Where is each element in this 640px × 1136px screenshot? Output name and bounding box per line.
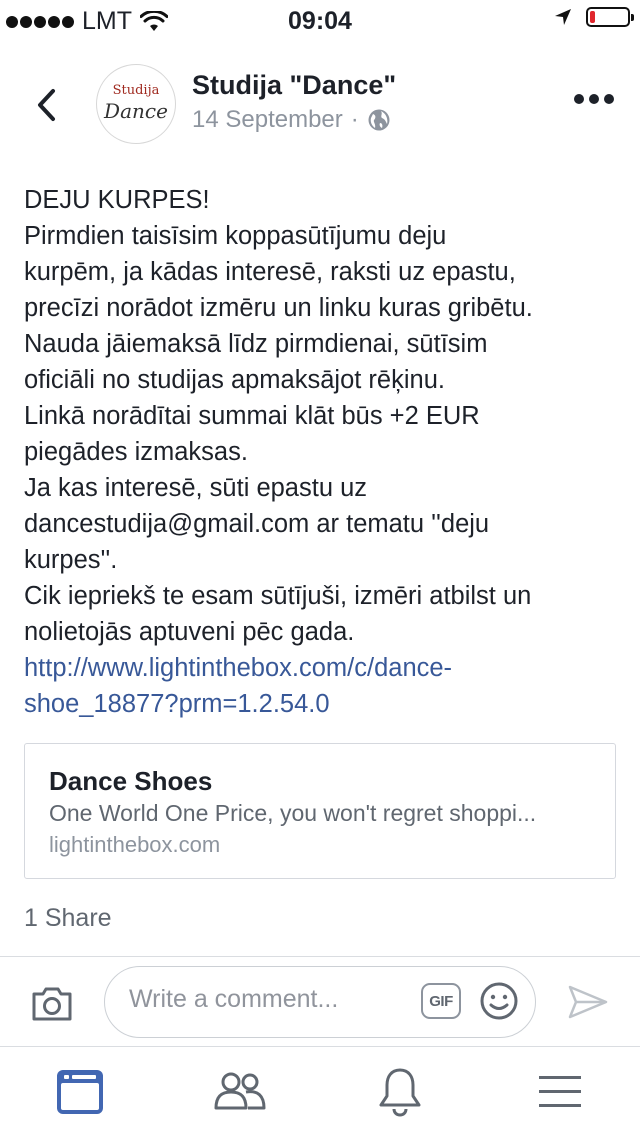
chevron-left-icon: [38, 89, 55, 121]
tab-notifications[interactable]: [370, 1062, 430, 1122]
more-dot-icon: [604, 94, 614, 104]
battery-level: [590, 11, 596, 23]
post-text-line: Pirmdien taisīsim koppasūtījumu deju: [24, 222, 447, 250]
post-text-line: Ja kas interesē, sūti epastu uz: [24, 474, 368, 502]
send-icon: [568, 985, 608, 1019]
post-text-line: kurpes''.: [24, 546, 118, 574]
post-url-link[interactable]: http://www.lightinthebox.com/c/dance-: [24, 650, 624, 686]
more-dot-icon: [574, 94, 584, 104]
more-options-button[interactable]: [574, 94, 614, 104]
send-button[interactable]: [566, 982, 610, 1022]
post-date[interactable]: 14 September: [192, 106, 343, 134]
post-text-line: kurpēm, ja kādas interesē, raksti uz epa…: [24, 258, 516, 286]
post-text-line: Linkā norādītai summai klāt būs +2 EUR: [24, 402, 480, 430]
post-header: Studija Dance Studija "Dance" 14 Septemb…: [0, 58, 640, 158]
post-meta: 14 September ·: [192, 106, 391, 134]
post-text-line: DEJU KURPES!: [24, 186, 210, 214]
meta-separator: ·: [350, 106, 359, 133]
emoji-icon[interactable]: [479, 981, 519, 1021]
news-feed-icon: [57, 1070, 103, 1114]
battery-icon: [586, 7, 634, 27]
gif-button[interactable]: GIF: [421, 983, 461, 1019]
link-preview-title: Dance Shoes: [49, 766, 213, 796]
avatar-logo-text-bottom: Dance: [104, 99, 168, 123]
clock: 09:04: [288, 7, 352, 35]
post-text-line: piegādes izmaksas.: [24, 438, 248, 466]
friends-icon: [214, 1072, 266, 1110]
back-button[interactable]: [26, 80, 66, 130]
page-avatar[interactable]: Studija Dance: [96, 64, 176, 144]
link-preview-domain: lightinthebox.com: [49, 832, 221, 857]
post-text-line: nolietojās aptuveni pēc gada.: [24, 618, 355, 646]
tab-news-feed[interactable]: [50, 1062, 110, 1122]
comment-input[interactable]: [129, 985, 409, 1014]
post-text-line: oficiāli no studijas apmaksājot rēķinu.: [24, 366, 445, 394]
post-text: DEJU KURPES! Pirmdien taisīsim koppasūtī…: [24, 182, 624, 722]
post-url-link[interactable]: shoe_18877?prm=1.2.54.0: [24, 686, 624, 722]
post-text-line: precīzi norādot izmēru un linku kuras gr…: [24, 294, 533, 322]
link-preview-description: One World One Price, you won't regret sh…: [49, 800, 537, 826]
tab-menu[interactable]: [530, 1062, 590, 1122]
notifications-icon: [379, 1068, 421, 1117]
camera-icon: [32, 987, 72, 1021]
post-text-line: Cik iepriekš te esam sūtījuši, izmēri at…: [24, 582, 532, 610]
avatar-logo-text-top: Studija: [112, 83, 160, 98]
comment-box: GIF: [104, 966, 536, 1038]
page-name[interactable]: Studija "Dance": [192, 70, 396, 101]
location-arrow-icon: [555, 9, 571, 25]
link-preview-card[interactable]: Dance Shoes One World One Price, you won…: [24, 743, 616, 879]
share-count[interactable]: 1 Share: [24, 904, 112, 933]
tab-friends[interactable]: [210, 1062, 270, 1122]
post-text-line: dancestudija@gmail.com ar tematu ''deju: [24, 510, 490, 538]
more-dot-icon: [589, 94, 599, 104]
globe-icon: [368, 109, 390, 131]
status-bar: LMT 09:04: [0, 0, 640, 40]
menu-icon: [539, 1076, 581, 1107]
camera-button[interactable]: [30, 984, 74, 1024]
post-text-line: Nauda jāiemaksā līdz pirmdienai, sūtīsim: [24, 330, 488, 358]
divider: [0, 1046, 640, 1047]
divider: [0, 956, 640, 957]
status-right: [554, 7, 634, 27]
